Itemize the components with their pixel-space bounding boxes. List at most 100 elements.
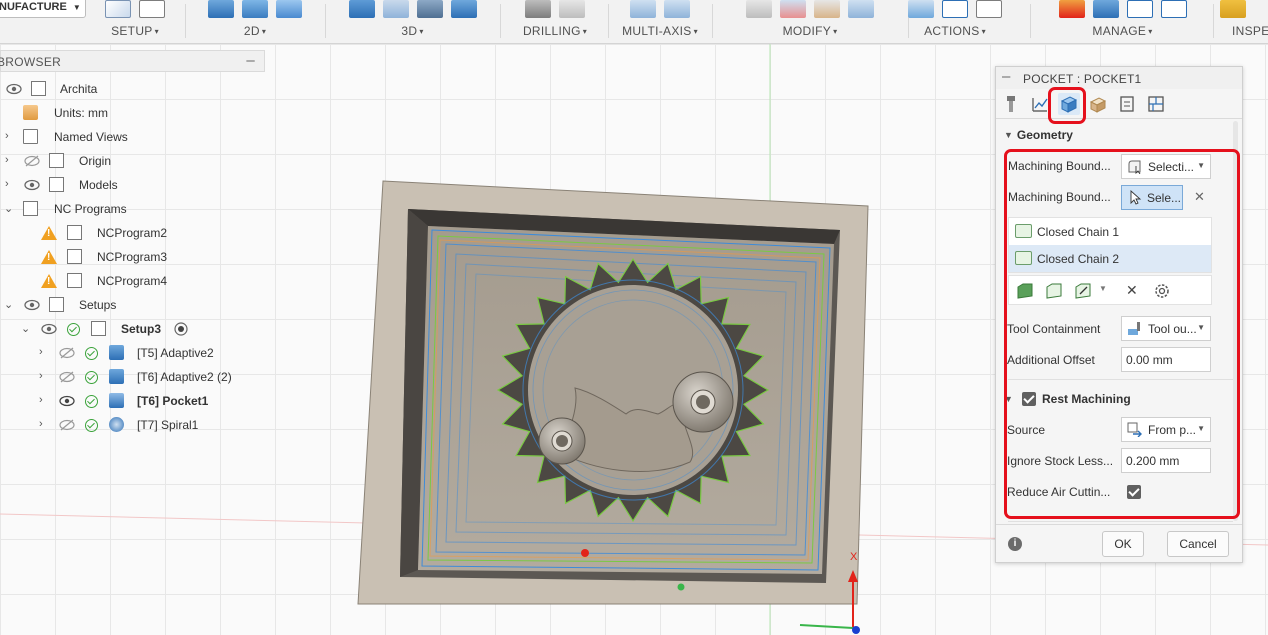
measure-icon[interactable] (1220, 0, 1246, 18)
move-icon[interactable] (848, 0, 874, 18)
post-library-icon[interactable] (1126, 0, 1153, 18)
chevron-down-icon[interactable]: ⌄ (4, 298, 13, 311)
tree-item-named-views[interactable]: › Named Views (0, 126, 260, 148)
ribbon-group-multi-axis[interactable]: MULTI-AXIS ▾ (610, 0, 710, 44)
tree-item-origin[interactable]: › Origin (0, 150, 260, 172)
tree-item-ncprogram3[interactable]: NCProgram3 (0, 246, 260, 268)
chain-row[interactable]: Closed Chain 1 (1009, 218, 1211, 245)
eye-hidden-icon[interactable] (59, 346, 75, 360)
ribbon-group-drilling[interactable]: DRILLING ▾ (505, 0, 605, 44)
ribbon-group-setup[interactable]: SETUP ▾ (90, 0, 180, 44)
tab-settings[interactable] (1145, 93, 1167, 115)
chevron-down-icon[interactable]: ⌄ (4, 202, 13, 215)
dialog-title-bar[interactable]: – POCKET : POCKET1 (996, 67, 1242, 89)
chevron-right-icon[interactable]: › (39, 418, 43, 430)
new-setup-icon[interactable] (105, 0, 131, 18)
tree-item-units[interactable]: Units: mm (0, 102, 260, 124)
rest-machining-section-header[interactable]: ▼ (1004, 392, 1017, 406)
active-radio-icon[interactable] (174, 322, 188, 336)
ribbon-group-manage[interactable]: MANAGE ▾ (1035, 0, 1210, 44)
collapse-icon[interactable]: – (246, 52, 255, 69)
chevron-down-icon[interactable]: ▼ (1099, 284, 1107, 293)
tab-heights[interactable] (1087, 93, 1109, 115)
sheet-icon[interactable] (139, 0, 165, 18)
3d-pocket-icon[interactable] (382, 0, 409, 18)
2d-pocket-icon[interactable] (242, 0, 268, 18)
collapse-icon[interactable]: – (1002, 68, 1010, 85)
chevron-right-icon[interactable]: › (39, 394, 43, 406)
info-icon[interactable]: i (1008, 537, 1022, 551)
template-library-icon[interactable] (1160, 0, 1187, 18)
dialog-scrollbar[interactable] (1233, 121, 1238, 521)
3d-parallel-icon[interactable] (450, 0, 477, 18)
clear-selection-icon[interactable]: ✕ (1194, 189, 1205, 205)
setup-sheet-icon[interactable] (976, 0, 1002, 18)
hole-recognition-icon[interactable] (559, 0, 585, 18)
chevron-right-icon[interactable]: › (39, 370, 43, 382)
chevron-right-icon[interactable]: › (5, 130, 9, 142)
eye-icon[interactable] (59, 394, 75, 408)
geometry-section-header[interactable]: ▼ Geometry (1004, 128, 1073, 142)
browser-header[interactable]: BROWSER – (0, 50, 265, 72)
tab-tool[interactable] (1000, 93, 1022, 115)
source-dropdown[interactable]: From p... ▼ (1121, 417, 1211, 442)
tool-library-icon[interactable] (1058, 0, 1085, 18)
chain-row-selected[interactable]: Closed Chain 2 (1009, 245, 1211, 272)
tree-item-document[interactable]: Archita (0, 78, 260, 100)
chain-outline-icon[interactable] (1044, 282, 1064, 300)
swarf-icon[interactable] (630, 0, 656, 18)
tree-item-t5-adaptive2[interactable]: › [T5] Adaptive2 (0, 342, 260, 364)
tree-item-setup3[interactable]: ⌄ Setup3 (0, 318, 260, 340)
2d-adaptive-icon[interactable] (208, 0, 234, 18)
tab-linking[interactable] (1116, 93, 1138, 115)
cancel-button[interactable]: Cancel (1167, 531, 1229, 557)
machine-library-icon[interactable] (1092, 0, 1119, 18)
chain-edit-icon[interactable] (1073, 282, 1093, 300)
additional-offset-input[interactable]: 0.00 mm (1121, 347, 1211, 372)
tab-geometry[interactable] (1058, 93, 1080, 115)
drill-icon[interactable] (525, 0, 551, 18)
tool-containment-dropdown[interactable]: Tool ou... ▼ (1121, 316, 1211, 341)
eye-icon[interactable] (6, 82, 22, 96)
machining-boundary-dropdown[interactable]: Selecti... ▼ (1121, 154, 1211, 179)
reduce-air-cutting-checkbox[interactable] (1127, 485, 1141, 499)
tree-item-ncprogram4[interactable]: NCProgram4 (0, 270, 260, 292)
eye-icon[interactable] (24, 298, 40, 312)
tree-item-t6-adaptive2-2[interactable]: › [T6] Adaptive2 (2) (0, 366, 260, 388)
delete-chain-icon[interactable]: ✕ (1126, 282, 1138, 299)
3d-steep-icon[interactable] (416, 0, 443, 18)
boundary-select-button[interactable]: Sele... (1121, 185, 1183, 210)
chevron-down-icon[interactable]: ⌄ (21, 322, 30, 335)
chevron-right-icon[interactable]: › (5, 178, 9, 190)
eye-icon[interactable] (41, 322, 57, 336)
2d-contour-icon[interactable] (276, 0, 302, 18)
tree-item-setups[interactable]: ⌄ Setups (0, 294, 260, 316)
edit-toolpath-icon[interactable] (814, 0, 840, 18)
tree-item-models[interactable]: › Models (0, 174, 260, 196)
tab-passes[interactable] (1029, 93, 1051, 115)
eye-hidden-icon[interactable] (59, 418, 75, 432)
ribbon-group-modify[interactable]: MODIFY ▾ (715, 0, 905, 44)
multi-axis-contour-icon[interactable] (664, 0, 690, 18)
3d-adaptive-icon[interactable] (348, 0, 375, 18)
workspace-dropdown[interactable]: NUFACTURE ▼ (0, 0, 86, 18)
chevron-right-icon[interactable]: › (5, 154, 9, 166)
gear-icon[interactable] (1152, 282, 1172, 300)
rest-machining-checkbox[interactable] (1022, 392, 1036, 406)
chevron-right-icon[interactable]: › (39, 346, 43, 358)
scissors-icon[interactable] (746, 0, 772, 18)
tree-item-t7-spiral1[interactable]: › [T7] Spiral1 (0, 414, 260, 436)
tree-item-nc-programs[interactable]: ⌄ NC Programs (0, 198, 260, 220)
ribbon-group-inspect[interactable]: INSPEC (1220, 0, 1268, 44)
tree-item-ncprogram2[interactable]: NCProgram2 (0, 222, 260, 244)
eye-hidden-icon[interactable] (24, 154, 40, 168)
post-process-icon[interactable] (942, 0, 968, 18)
eye-icon[interactable] (24, 178, 40, 192)
tree-item-t6-pocket1[interactable]: › [T6] Pocket1 (0, 390, 260, 412)
chain-solid-icon[interactable] (1015, 282, 1035, 300)
eye-hidden-icon[interactable] (59, 370, 75, 384)
simulate-icon[interactable] (908, 0, 934, 18)
delete-toolpath-icon[interactable] (780, 0, 806, 18)
ribbon-group-2d[interactable]: 2D ▾ (190, 0, 320, 44)
ignore-stock-input[interactable]: 0.200 mm (1121, 448, 1211, 473)
